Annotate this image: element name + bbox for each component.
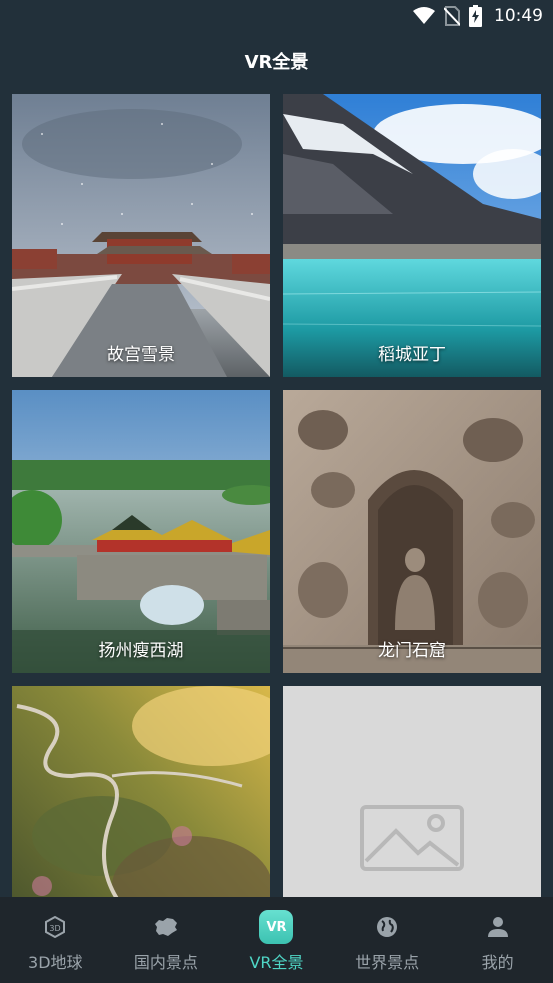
vr-icon: VR <box>259 910 294 944</box>
nav-item-world-spots[interactable]: 世界景点 <box>332 897 443 983</box>
scenic-card-daocheng[interactable]: 稻城亚丁 <box>283 94 541 377</box>
nav-item-3d-earth[interactable]: 3D 3D地球 <box>0 897 111 983</box>
nav-label: 国内景点 <box>133 953 198 972</box>
scenic-card-label: 稻城亚丁 <box>378 345 446 365</box>
nav-item-mine[interactable]: 我的 <box>442 897 553 983</box>
page-title: VR全景 <box>244 52 309 73</box>
scenic-card-forbidden-city[interactable]: 故宫雪景 <box>12 94 270 377</box>
globe-icon <box>370 910 404 944</box>
battery-charging-icon <box>469 5 482 27</box>
status-time: 10:49 <box>494 6 543 26</box>
nav-label: VR全景 <box>249 953 304 972</box>
image-placeholder-icon <box>360 805 464 871</box>
no-sim-icon <box>444 6 460 26</box>
forbidden-city-snow-image <box>12 94 270 377</box>
svg-text:3D: 3D <box>50 924 61 933</box>
header: VR全景 <box>0 44 553 82</box>
bottom-navigation: 3D 3D地球 国内景点 VR VR全景 世界景点 我的 <box>0 897 553 983</box>
yangzhou-lake-image <box>12 390 270 673</box>
scenic-card-yangzhou[interactable]: 扬州瘦西湖 <box>12 390 270 673</box>
nav-label: 我的 <box>481 953 514 972</box>
status-icons: 10:49 <box>413 4 543 28</box>
cube-3d-icon: 3D <box>38 910 72 944</box>
nav-item-vr-panorama[interactable]: VR VR全景 <box>221 897 332 983</box>
wifi-icon <box>413 7 435 25</box>
nav-label: 世界景点 <box>355 953 420 972</box>
nav-item-domestic-spots[interactable]: 国内景点 <box>111 897 222 983</box>
scenic-card-label: 故宫雪景 <box>107 345 175 365</box>
scenic-card-label: 扬州瘦西湖 <box>98 641 184 661</box>
status-bar: 10:49 <box>0 0 553 32</box>
nav-label: 3D地球 <box>28 953 83 972</box>
china-map-icon <box>149 910 183 944</box>
screen: 10:49 VR全景 故宫雪景 稻城亚丁 扬州瘦西湖 龙门石窟 3D 3D地球 … <box>0 0 553 983</box>
scenic-card-label: 龙门石窟 <box>378 641 446 661</box>
scenic-card-longmen[interactable]: 龙门石窟 <box>283 390 541 673</box>
vr-badge: VR <box>259 910 294 944</box>
longmen-grottoes-image <box>283 390 541 673</box>
user-icon <box>481 910 515 944</box>
daocheng-yading-image <box>283 94 541 377</box>
